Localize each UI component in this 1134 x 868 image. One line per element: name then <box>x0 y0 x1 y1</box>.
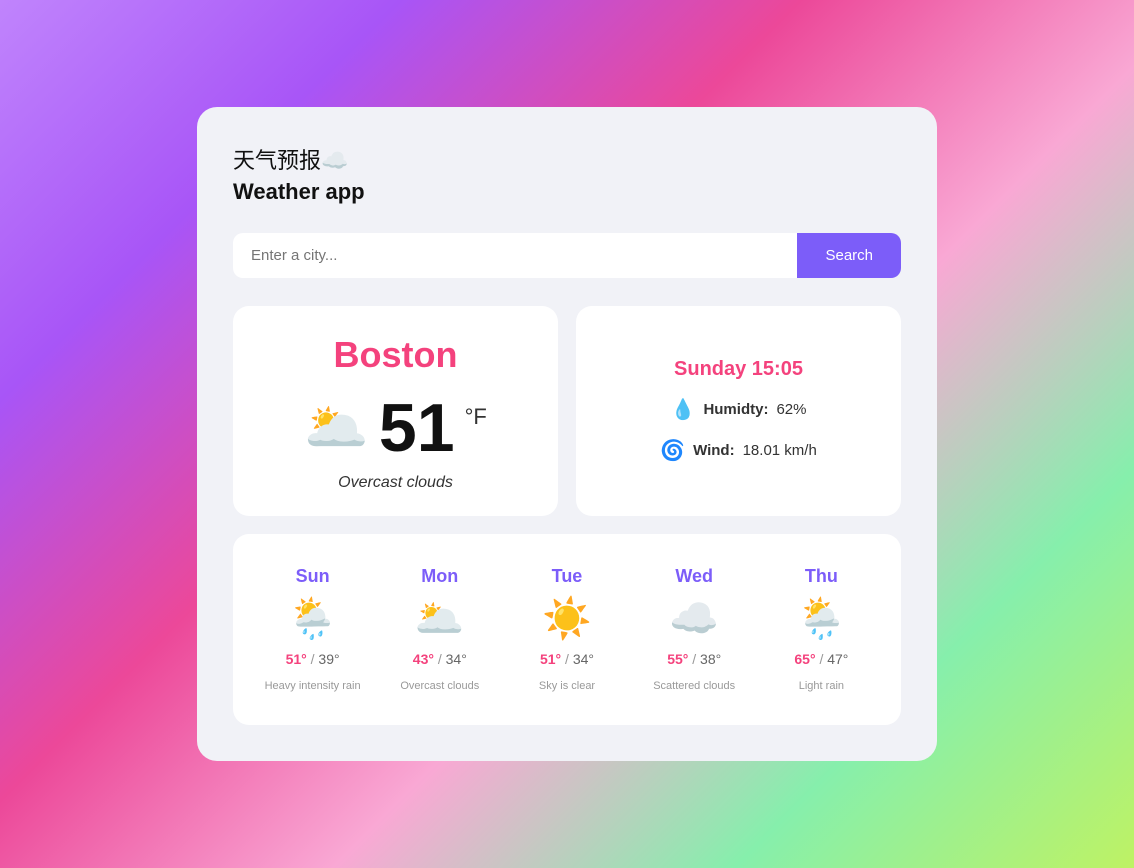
forecast-high: 55° <box>667 651 688 667</box>
search-row: Search <box>233 233 901 278</box>
weather-description: Overcast clouds <box>257 474 534 492</box>
forecast-temps: 43° / 34° <box>413 651 467 667</box>
forecast-day: Thu 🌦️ 65° / 47° Light rain <box>758 558 885 701</box>
forecast-low: 39° <box>318 651 339 667</box>
wind-value: 18.01 km/h <box>743 442 817 459</box>
forecast-low: 47° <box>827 651 848 667</box>
details-card: Sunday 15:05 💧 Humidty: 62% 🌀 Wind: 18.0… <box>576 306 901 516</box>
forecast-day-name: Tue <box>552 566 583 587</box>
forecast-day-name: Thu <box>805 566 838 587</box>
forecast-icon: ☁️ <box>669 599 719 639</box>
forecast-high: 51° <box>540 651 561 667</box>
temperature-value: 51 <box>379 394 455 462</box>
forecast-separator: / <box>692 651 700 667</box>
wind-label: Wind: <box>693 442 735 459</box>
city-name: Boston <box>257 334 534 376</box>
forecast-temps: 65° / 47° <box>794 651 848 667</box>
forecast-high: 51° <box>286 651 307 667</box>
temperature-unit: °F <box>465 404 487 430</box>
forecast-description: Heavy intensity rain <box>265 679 361 693</box>
forecast-day-name: Sun <box>296 566 330 587</box>
forecast-day: Sun 🌦️ 51° / 39° Heavy intensity rain <box>249 558 376 701</box>
forecast-temps: 51° / 34° <box>540 651 594 667</box>
forecast-icon: 🌦️ <box>796 599 846 639</box>
forecast-card: Sun 🌦️ 51° / 39° Heavy intensity rain Mo… <box>233 534 901 725</box>
forecast-icon: ☀️ <box>542 599 592 639</box>
forecast-separator: / <box>565 651 573 667</box>
forecast-day: Wed ☁️ 55° / 38° Scattered clouds <box>631 558 758 701</box>
search-button[interactable]: Search <box>797 233 901 278</box>
forecast-low: 34° <box>446 651 467 667</box>
datetime: Sunday 15:05 <box>674 358 803 381</box>
app-title-chinese: 天气预报☁️ <box>233 143 901 175</box>
forecast-temps: 51° / 39° <box>286 651 340 667</box>
forecast-day-name: Mon <box>421 566 458 587</box>
forecast-day-name: Wed <box>675 566 713 587</box>
forecast-icon: 🌦️ <box>288 599 338 639</box>
forecast-separator: / <box>438 651 446 667</box>
current-weather-card: Boston 🌥️ 51 °F Overcast clouds <box>233 306 558 516</box>
app-title-english: Weather app <box>233 179 901 205</box>
humidity-value: 62% <box>776 401 806 418</box>
humidity-row: 💧 Humidty: 62% <box>671 397 807 422</box>
forecast-low: 38° <box>700 651 721 667</box>
forecast-day: Mon 🌥️ 43° / 34° Overcast clouds <box>376 558 503 701</box>
forecast-description: Sky is clear <box>539 679 595 693</box>
forecast-description: Scattered clouds <box>653 679 735 693</box>
forecast-description: Overcast clouds <box>400 679 479 693</box>
wind-row: 🌀 Wind: 18.01 km/h <box>660 438 817 463</box>
forecast-description: Light rain <box>799 679 844 693</box>
humidity-label: Humidty: <box>703 401 768 418</box>
forecast-day: Tue ☀️ 51° / 34° Sky is clear <box>503 558 630 701</box>
weather-top-row: Boston 🌥️ 51 °F Overcast clouds Sunday 1… <box>233 306 901 516</box>
forecast-low: 34° <box>573 651 594 667</box>
city-search-input[interactable] <box>233 233 797 278</box>
forecast-icon: 🌥️ <box>415 599 465 639</box>
forecast-temps: 55° / 38° <box>667 651 721 667</box>
forecast-high: 65° <box>794 651 815 667</box>
temperature-row: 🌥️ 51 °F <box>257 394 534 462</box>
forecast-high: 43° <box>413 651 434 667</box>
current-weather-icon: 🌥️ <box>304 402 369 454</box>
humidity-icon: 💧 <box>671 397 696 422</box>
wind-icon: 🌀 <box>660 438 685 463</box>
app-card: 天气预报☁️ Weather app Search Boston 🌥️ 51 °… <box>197 107 937 761</box>
